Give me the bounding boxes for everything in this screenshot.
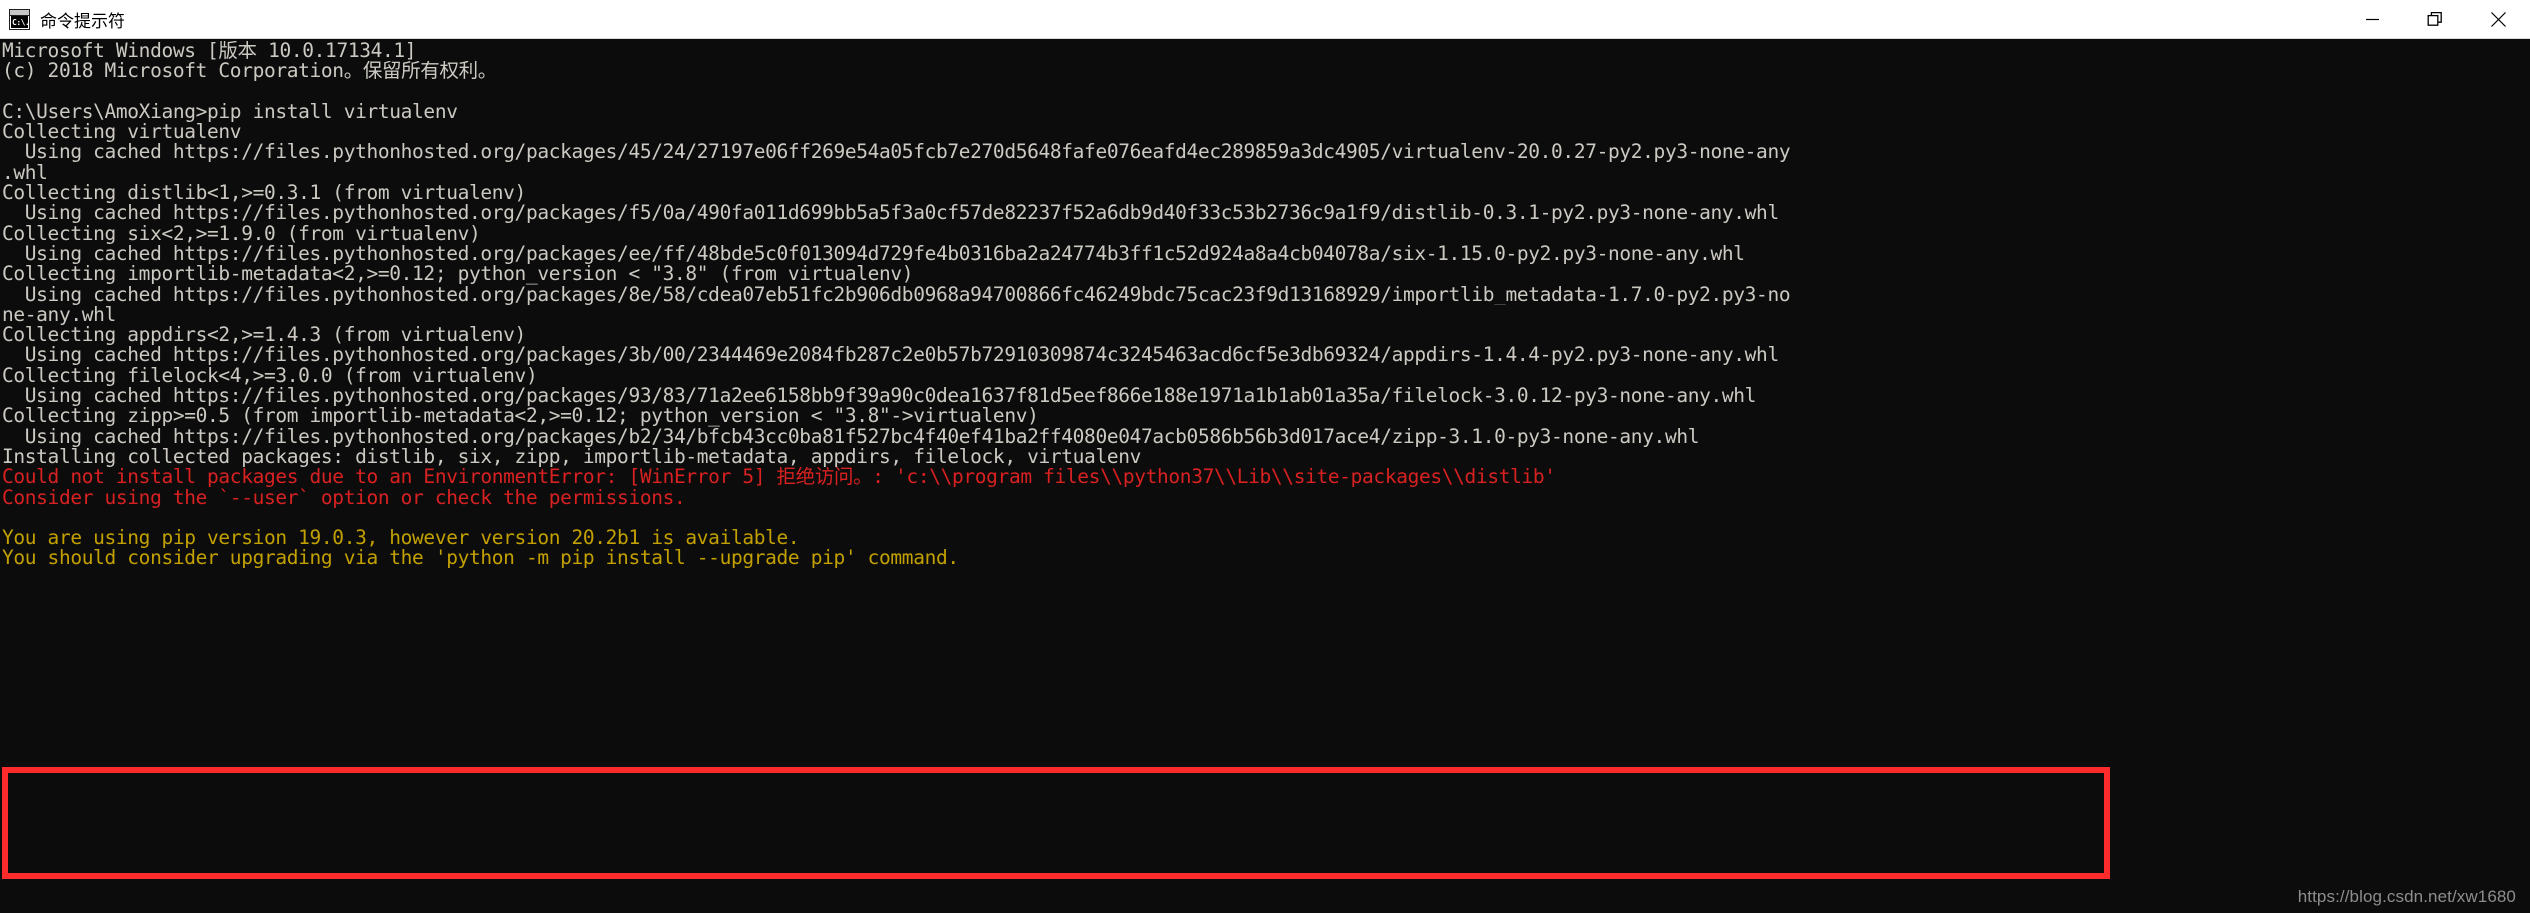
window-controls [2341,0,2530,39]
console-line: Consider using the `--user` option or ch… [2,487,686,508]
console-line: Collecting filelock<4,>=3.0.0 (from virt… [2,365,538,387]
command-prompt-window: 命令提示符 Microsoft Win [0,0,2530,913]
console-line: Using cached https://files.pythonhosted.… [2,243,1745,265]
console-line: Using cached https://files.pythonhosted.… [2,386,1757,407]
minimize-button[interactable] [2341,0,2404,39]
restore-button[interactable] [2404,0,2467,39]
close-button[interactable] [2467,0,2530,39]
console-line: Collecting distlib<1,>=0.3.1 (from virtu… [2,183,526,204]
close-icon [2491,11,2506,27]
window-title: 命令提示符 [40,11,125,31]
console-line: Collecting zipp>=0.5 (from importlib-met… [2,406,1039,427]
console-line: Using cached https://files.pythonhosted.… [2,345,1779,366]
console-line: Collecting importlib-metadata<2,>=0.12; … [2,264,914,285]
console-line: You are using pip version 19.0.3, howeve… [2,528,800,549]
console-line: Collecting appdirs<2,>=1.4.3 (from virtu… [2,325,526,346]
title-bar: 命令提示符 [0,0,2530,39]
restore-icon [2427,11,2442,26]
console-line: C:\Users\AmoXiang>pip install virtualenv [2,101,458,123]
console-line: Using cached https://files.pythonhosted.… [2,203,1779,224]
console-line: (c) 2018 Microsoft Corporation。保留所有权利。 [2,61,497,82]
console-line: Using cached https://files.pythonhosted.… [2,284,1791,305]
console-line: You should consider upgrading via the 'p… [2,548,959,569]
console-line: Installing collected packages: distlib, … [2,446,1141,468]
console-line: Microsoft Windows [版本 10.0.17134.1] [2,41,417,62]
cmd-console-icon [9,8,30,30]
console-line: Could not install packages due to an Env… [2,467,1556,488]
console-line: Collecting six<2,>=1.9.0 (from virtualen… [2,223,481,244]
console-line: .whl [2,162,48,184]
terminal-output-area[interactable]: Microsoft Windows [版本 10.0.17134.1] (c) 2… [0,39,2530,913]
console-line: Using cached https://files.pythonhosted.… [2,426,1700,447]
watermark-text: https://blog.csdn.net/xw1680 [2297,887,2516,906]
console-line: Using cached https://files.pythonhosted.… [2,142,1791,163]
title-bar-left: 命令提示符 [0,7,2341,32]
console-line: ne-any.whl [2,304,116,326]
error-highlight-box [2,767,2110,879]
console-line-list: Microsoft Windows [版本 10.0.17134.1] (c) 2… [0,39,2530,569]
minimize-icon [2366,18,2379,20]
console-line: Collecting virtualenv [2,122,242,143]
